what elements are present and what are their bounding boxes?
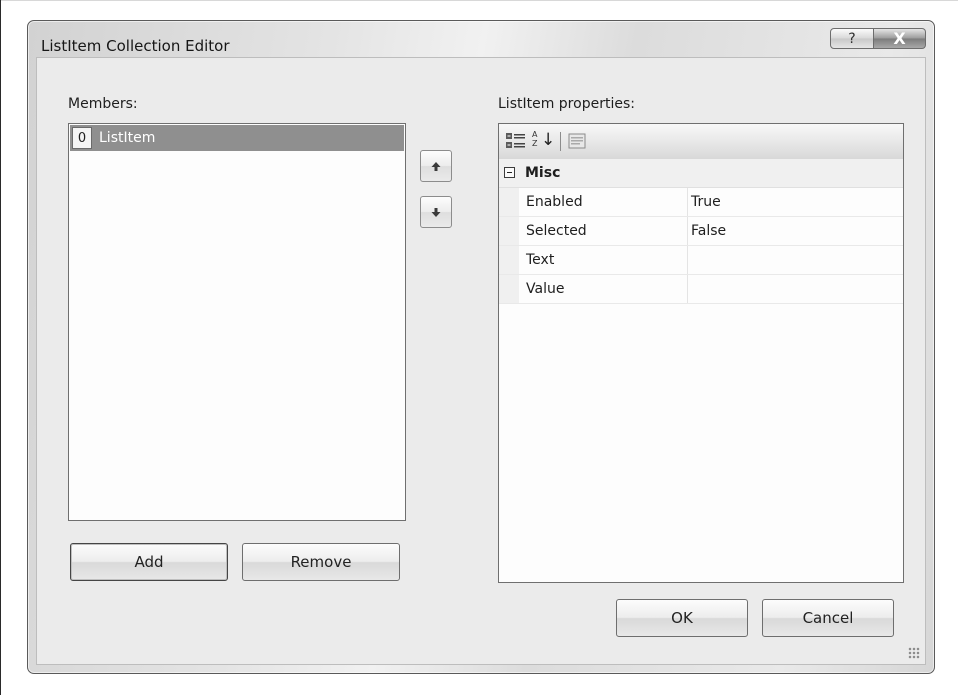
property-value[interactable]: True <box>691 194 721 210</box>
row-gutter <box>499 217 519 245</box>
member-label: ListItem <box>99 130 156 146</box>
row-gutter <box>499 188 519 216</box>
row-gutter <box>499 246 519 274</box>
arrow-down-icon <box>431 207 441 217</box>
categorized-icon[interactable] <box>505 131 526 151</box>
move-down-button[interactable] <box>420 196 452 228</box>
column-divider <box>687 188 688 216</box>
property-row-value[interactable]: Value <box>499 275 903 304</box>
column-divider <box>687 217 688 245</box>
property-row-enabled[interactable]: Enabled True <box>499 188 903 217</box>
members-list[interactable]: 0 ListItem <box>68 123 406 521</box>
dialog-client-area: Members: 0 ListItem Add Remove ListItem … <box>36 57 926 665</box>
property-name: Selected <box>526 223 587 239</box>
alphabetical-icon[interactable]: A Z ↓ <box>531 130 556 151</box>
property-name: Enabled <box>526 194 583 210</box>
row-gutter <box>499 275 519 303</box>
window-title: ListItem Collection Editor <box>41 37 230 55</box>
collection-editor-dialog: ListItem Collection Editor ? X Members: … <box>27 20 935 674</box>
members-label: Members: <box>68 96 138 112</box>
column-divider <box>687 275 688 303</box>
sort-arrow: ↓ <box>541 130 556 150</box>
help-button[interactable]: ? <box>830 28 874 49</box>
property-name: Text <box>526 252 555 268</box>
property-row-selected[interactable]: Selected False <box>499 217 903 246</box>
property-grid-toolbar: A Z ↓ <box>499 124 903 160</box>
caption-buttons: ? X <box>830 28 926 49</box>
ok-button[interactable]: OK <box>616 599 748 637</box>
add-button[interactable]: Add <box>70 543 228 581</box>
help-icon: ? <box>848 30 856 47</box>
page-border-left <box>0 0 1 695</box>
category-label: Misc <box>525 165 561 181</box>
toolbar-separator <box>560 132 561 151</box>
close-icon: X <box>893 29 906 48</box>
list-item[interactable]: 0 ListItem <box>70 125 404 151</box>
move-up-button[interactable] <box>420 150 452 182</box>
sort-az-letters: A Z <box>532 130 538 148</box>
property-value[interactable]: False <box>691 223 726 239</box>
remove-button[interactable]: Remove <box>242 543 400 581</box>
property-pages-icon[interactable] <box>568 131 587 151</box>
property-row-text[interactable]: Text <box>499 246 903 275</box>
collapse-icon[interactable] <box>504 167 515 178</box>
property-grid[interactable]: A Z ↓ Misc Enabled True Selected False T… <box>498 123 904 583</box>
arrow-up-icon <box>431 161 441 171</box>
close-button[interactable]: X <box>874 28 926 49</box>
member-index: 0 <box>72 127 92 149</box>
resize-grip-icon[interactable] <box>908 647 920 659</box>
category-row[interactable]: Misc <box>499 159 903 188</box>
page-border-top <box>0 0 958 1</box>
column-divider <box>687 246 688 274</box>
properties-label: ListItem properties: <box>498 96 635 112</box>
property-name: Value <box>526 281 565 297</box>
cancel-button[interactable]: Cancel <box>762 599 894 637</box>
